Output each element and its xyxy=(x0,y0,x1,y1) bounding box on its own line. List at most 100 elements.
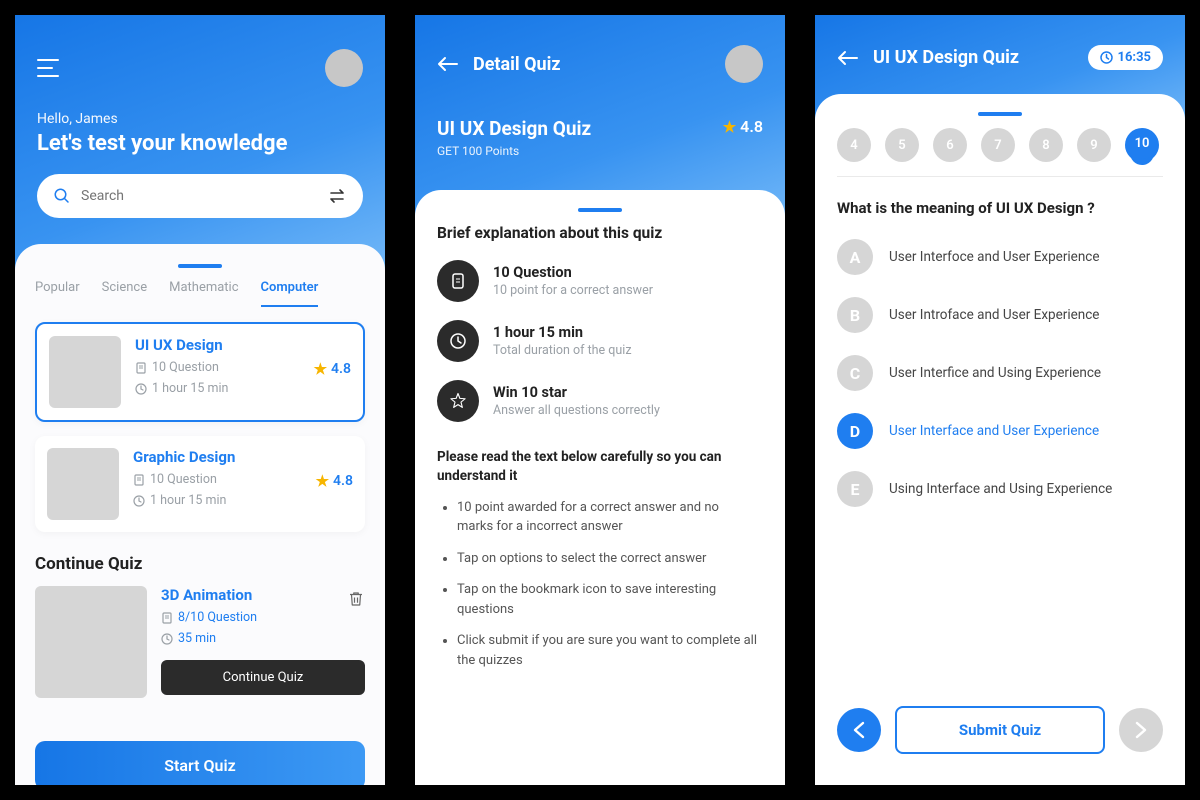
list-item: Tap on the bookmark icon to save interes… xyxy=(457,580,763,619)
category-tabs: Popular Science Mathematic Computer xyxy=(35,280,365,308)
quiz-duration: 1 hour 15 min xyxy=(133,493,353,508)
avatar[interactable] xyxy=(325,49,363,87)
list-item: 10 point awarded for a correct answer an… xyxy=(457,498,763,537)
question-num[interactable]: 9 xyxy=(1077,128,1111,162)
clock-icon xyxy=(437,320,479,362)
clock-icon xyxy=(161,633,173,645)
pull-bar xyxy=(578,208,622,212)
timer-badge: 16:35 xyxy=(1088,45,1164,70)
question-num[interactable]: 5 xyxy=(885,128,919,162)
quiz-rating: ★4.8 xyxy=(723,117,763,136)
menu-icon[interactable] xyxy=(37,59,59,77)
options-list: A User Interfoce and User Experience B U… xyxy=(837,239,1163,507)
continue-card[interactable]: 3D Animation 8/10 Question 35 min Contin… xyxy=(35,586,365,698)
option-label: C xyxy=(837,355,873,391)
option-text: User Interface and User Experience xyxy=(889,423,1099,439)
submit-quiz-button[interactable]: Submit Quiz xyxy=(895,706,1105,754)
question-numbers: 4 5 6 7 8 9 10 xyxy=(837,128,1163,177)
page-title: Detail Quiz xyxy=(473,54,561,75)
option[interactable]: C User Interfice and Using Experience xyxy=(837,355,1163,391)
option-label: B xyxy=(837,297,873,333)
quiz-sub: GET 100 Points xyxy=(437,144,591,158)
back-icon[interactable] xyxy=(837,49,859,67)
option-text: Using Interface and Using Experience xyxy=(889,481,1112,497)
clock-icon xyxy=(135,383,147,395)
back-icon[interactable] xyxy=(437,55,459,73)
option-label: A xyxy=(837,239,873,275)
tab-science[interactable]: Science xyxy=(102,280,147,307)
star-icon: ★ xyxy=(314,360,327,378)
question-sheet: 4 5 6 7 8 9 10 What is the meaning of UI… xyxy=(815,94,1185,774)
question-text: What is the meaning of UI UX Design ? xyxy=(837,199,1163,217)
option[interactable]: B User Introface and User Experience xyxy=(837,297,1163,333)
option-text: User Introface and User Experience xyxy=(889,307,1099,323)
pull-bar xyxy=(178,264,222,268)
info-sub: Answer all questions correctly xyxy=(493,403,660,418)
option-text: User Interfice and Using Experience xyxy=(889,365,1101,381)
continue-quiz-button[interactable]: Continue Quiz xyxy=(161,660,365,695)
document-icon xyxy=(437,260,479,302)
trash-icon[interactable] xyxy=(347,590,365,608)
quiz-title: Graphic Design xyxy=(133,448,353,466)
clock-icon xyxy=(133,495,145,507)
option[interactable]: A User Interfoce and User Experience xyxy=(837,239,1163,275)
info-sub: 10 point for a correct answer xyxy=(493,283,653,298)
question-num[interactable]: 10 xyxy=(1125,128,1159,162)
instructions-list: 10 point awarded for a correct answer an… xyxy=(437,498,763,671)
search-bar[interactable] xyxy=(37,174,363,218)
greeting: Hello, James xyxy=(37,111,363,127)
star-icon: ★ xyxy=(316,472,329,490)
tab-computer[interactable]: Computer xyxy=(261,280,319,307)
info-title: Win 10 star xyxy=(493,384,660,401)
info-row: 1 hour 15 min Total duration of the quiz xyxy=(437,320,763,362)
quiz-rating: ★4.8 xyxy=(314,360,351,378)
quiz-thumbnail xyxy=(49,336,121,408)
document-icon xyxy=(133,474,145,486)
info-title: 1 hour 15 min xyxy=(493,324,632,341)
quiz-duration: 1 hour 15 min xyxy=(135,381,351,396)
continue-progress: 8/10 Question xyxy=(161,610,365,625)
question-num[interactable]: 8 xyxy=(1029,128,1063,162)
brief-title: Brief explanation about this quiz xyxy=(437,224,763,242)
tab-mathematic[interactable]: Mathematic xyxy=(169,280,238,307)
question-num[interactable]: 4 xyxy=(837,128,871,162)
detail-sheet: Brief explanation about this quiz 10 Que… xyxy=(415,190,785,766)
star-icon xyxy=(437,380,479,422)
swap-icon[interactable] xyxy=(329,188,347,204)
option[interactable]: E Using Interface and Using Experience xyxy=(837,471,1163,507)
quiz-thumbnail xyxy=(47,448,119,520)
continue-heading: Continue Quiz xyxy=(35,554,365,574)
detail-screen: Detail Quiz UI UX Design Quiz GET 100 Po… xyxy=(415,15,785,785)
info-sub: Total duration of the quiz xyxy=(493,343,632,358)
avatar[interactable] xyxy=(725,45,763,83)
info-title: 10 Question xyxy=(493,264,653,281)
quiz-card[interactable]: Graphic Design 10 Question 1 hour 15 min… xyxy=(35,436,365,532)
option[interactable]: D User Interface and User Experience xyxy=(837,413,1163,449)
continue-title: 3D Animation xyxy=(161,586,365,604)
option-label: E xyxy=(837,471,873,507)
tab-popular[interactable]: Popular xyxy=(35,280,80,307)
search-input[interactable] xyxy=(81,188,319,204)
list-item: Tap on options to select the correct ans… xyxy=(457,549,763,569)
next-button[interactable] xyxy=(1119,708,1163,752)
document-icon xyxy=(135,362,147,374)
question-num[interactable]: 7 xyxy=(981,128,1015,162)
page-title: UI UX Design Quiz xyxy=(873,47,1019,68)
read-instructions-title: Please read the text below carefully so … xyxy=(437,448,763,486)
question-screen: UI UX Design Quiz 16:35 4 5 6 7 8 9 10 W… xyxy=(815,15,1185,785)
info-row: Win 10 star Answer all questions correct… xyxy=(437,380,763,422)
continue-thumbnail xyxy=(35,586,147,698)
home-sheet: Popular Science Mathematic Computer UI U… xyxy=(15,244,385,785)
info-row: 10 Question 10 point for a correct answe… xyxy=(437,260,763,302)
quiz-rating: ★4.8 xyxy=(316,472,353,490)
option-label: D xyxy=(837,413,873,449)
bottom-nav: Submit Quiz xyxy=(837,706,1163,754)
quiz-card[interactable]: UI UX Design 10 Question 1 hour 15 min ★… xyxy=(35,322,365,422)
clock-icon xyxy=(1100,51,1113,64)
prev-button[interactable] xyxy=(837,708,881,752)
page-title: Let's test your knowledge xyxy=(37,131,363,156)
question-num[interactable]: 6 xyxy=(933,128,967,162)
home-screen: Hello, James Let's test your knowledge P… xyxy=(15,15,385,785)
option-text: User Interfoce and User Experience xyxy=(889,249,1100,265)
start-quiz-button[interactable]: Start Quiz xyxy=(35,741,365,785)
